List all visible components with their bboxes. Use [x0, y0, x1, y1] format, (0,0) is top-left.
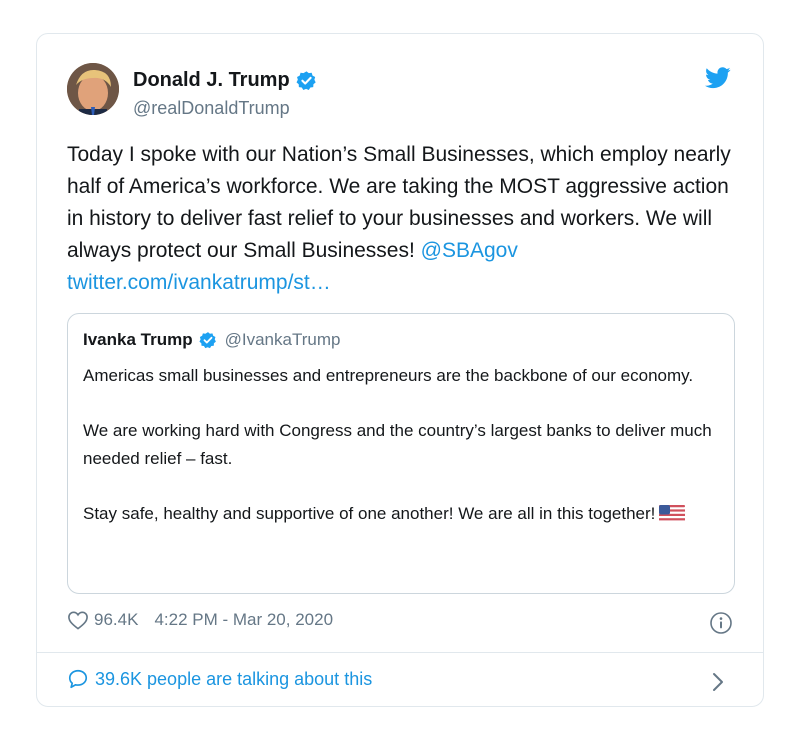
- tweet-meta: 96.4K 4:22 PM - Mar 20, 2020: [67, 610, 333, 630]
- us-flag-icon: [659, 504, 686, 532]
- twitter-bird-icon[interactable]: [705, 67, 731, 94]
- quoted-tweet[interactable]: Ivanka Trump @IvankaTrump Americas small…: [67, 313, 735, 594]
- tweet-body: Today I spoke with our Nation’s Small Bu…: [67, 143, 731, 262]
- avatar-image: [67, 63, 119, 115]
- heart-icon[interactable]: [67, 610, 89, 630]
- quoted-tweet-link[interactable]: twitter.com/ivankatrump/st…: [67, 271, 331, 294]
- verified-badge-icon: [296, 70, 317, 91]
- embedded-tweet-card[interactable]: Donald J. Trump @realDonaldTrump Today I…: [36, 33, 764, 707]
- quoted-author-name[interactable]: Ivanka Trump: [83, 330, 193, 350]
- quoted-author-handle[interactable]: @IvankaTrump: [225, 330, 341, 350]
- quoted-paragraph: We are working hard with Congress and th…: [83, 421, 712, 468]
- like-count[interactable]: 96.4K: [94, 610, 138, 630]
- verified-badge-icon: [199, 331, 217, 349]
- chevron-right-icon[interactable]: [711, 671, 725, 693]
- tweet-text: Today I spoke with our Nation’s Small Bu…: [67, 139, 739, 299]
- tweet-timestamp[interactable]: 4:22 PM - Mar 20, 2020: [154, 610, 333, 630]
- conversation-count[interactable]: 39.6K people are talking about this: [95, 669, 372, 690]
- quoted-tweet-text: Americas small businesses and entreprene…: [83, 362, 719, 532]
- quoted-paragraph-last: Stay safe, healthy and supportive of one…: [83, 500, 719, 532]
- author-name[interactable]: Donald J. Trump: [133, 69, 290, 92]
- mention-link[interactable]: @SBAgov: [421, 239, 518, 262]
- quoted-paragraph: Americas small businesses and entreprene…: [83, 366, 694, 385]
- info-icon[interactable]: [709, 611, 733, 635]
- divider: [37, 652, 763, 653]
- conversation-link[interactable]: 39.6K people are talking about this: [67, 668, 372, 690]
- author-handle[interactable]: @realDonaldTrump: [133, 98, 317, 119]
- comment-bubble-icon: [67, 668, 89, 690]
- avatar[interactable]: [67, 63, 119, 115]
